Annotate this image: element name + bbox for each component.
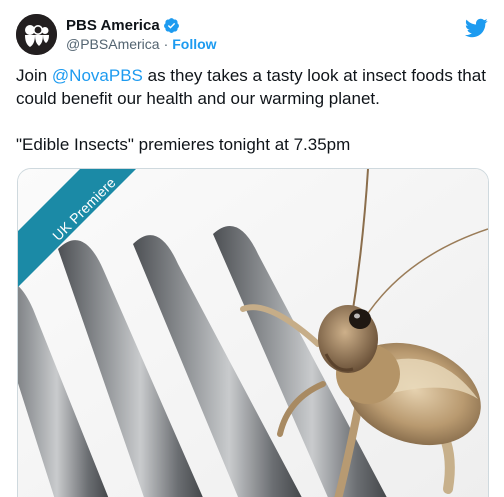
cricket-on-fork-photo bbox=[18, 169, 488, 497]
display-name[interactable]: PBS America bbox=[66, 17, 160, 34]
separator-dot: · bbox=[163, 36, 169, 52]
name-row: PBS America bbox=[66, 16, 217, 35]
account-handle[interactable]: @PBSAmerica bbox=[66, 36, 160, 52]
twitter-bird-icon[interactable] bbox=[464, 16, 488, 40]
mention-link[interactable]: @NovaPBS bbox=[52, 66, 143, 85]
tweet-header: PBS America @PBSAmerica · Follow bbox=[16, 14, 217, 55]
premiere-line: "Edible Insects" premieres tonight at 7.… bbox=[16, 135, 351, 154]
handle-row: @PBSAmerica · Follow bbox=[66, 35, 217, 54]
pbs-logo-icon bbox=[16, 14, 57, 55]
account-names: PBS America @PBSAmerica · Follow bbox=[66, 16, 217, 54]
tweet-text-join: Join bbox=[16, 66, 52, 85]
tweet-paragraph: Join @NovaPBS as they takes a tasty look… bbox=[16, 64, 488, 110]
tweet-card: PBS America @PBSAmerica · Follow Join @N… bbox=[0, 0, 504, 497]
tweet-text: Join @NovaPBS as they takes a tasty look… bbox=[16, 64, 488, 156]
verified-badge-icon bbox=[163, 17, 180, 34]
tweet-media[interactable]: UK Premiere bbox=[17, 168, 489, 497]
avatar[interactable] bbox=[16, 14, 57, 55]
follow-button[interactable]: Follow bbox=[172, 36, 216, 52]
